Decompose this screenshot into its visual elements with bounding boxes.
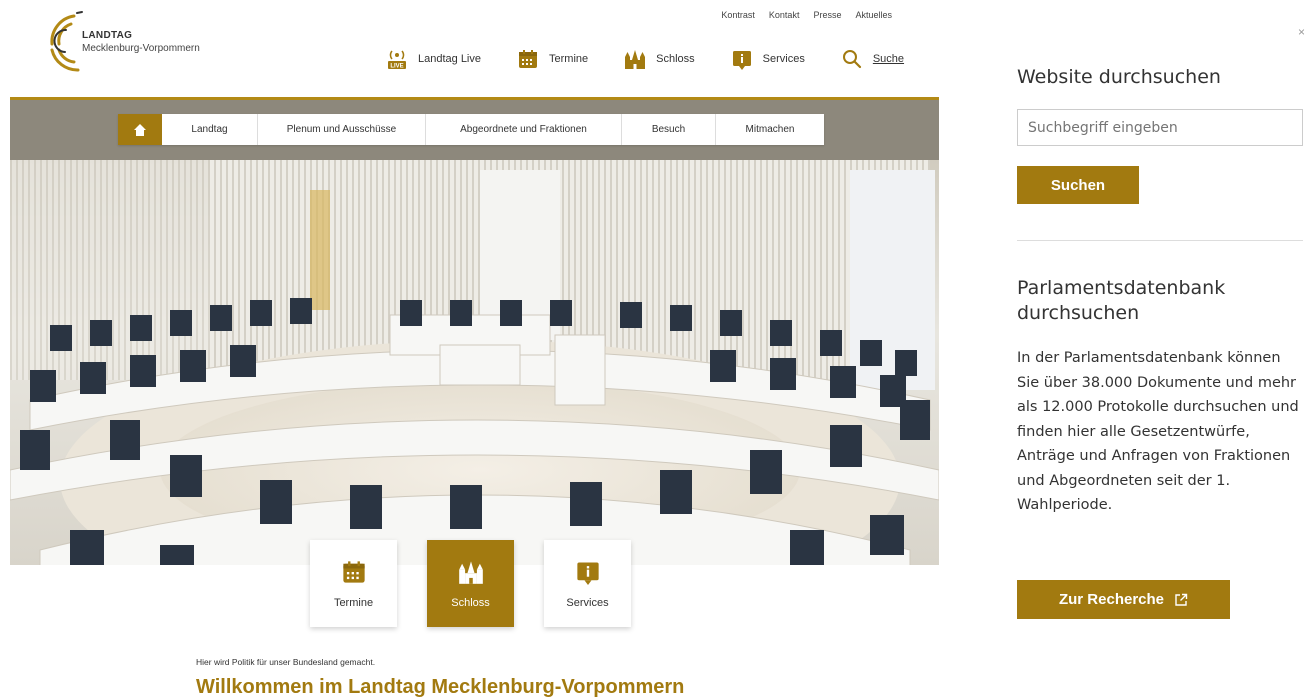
tile-schloss[interactable]: Schloss (427, 540, 514, 627)
home-icon (134, 123, 146, 136)
section-nav-abgeordnete[interactable]: Abgeordnete und Fraktionen (426, 114, 622, 145)
info-icon (731, 48, 753, 70)
live-icon: LIVE (386, 48, 408, 70)
intro-title: Willkommen im Landtag Mecklenburg-Vorpom… (196, 676, 685, 698)
search-button[interactable]: Suchen (1017, 166, 1139, 204)
section-nav: Landtag Plenum und Ausschüsse Abgeordnet… (118, 114, 824, 145)
nav-termine[interactable]: Termine (517, 48, 588, 70)
database-description: In der Parlamentsdatenbank können Sie üb… (1017, 350, 1299, 513)
hero-image (10, 97, 939, 565)
nav-label: Schloss (656, 53, 695, 65)
tile-label: Schloss (451, 596, 490, 609)
intro-tagline: Hier wird Politik für unser Bundesland g… (196, 657, 376, 667)
divider (1017, 240, 1303, 241)
nav-services[interactable]: Services (731, 48, 805, 70)
section-nav-landtag[interactable]: Landtag (162, 114, 258, 145)
external-link-icon (1175, 593, 1188, 606)
castle-icon (458, 560, 483, 584)
tile-services[interactable]: Services (544, 540, 631, 627)
nav-schloss[interactable]: Schloss (624, 48, 695, 70)
top-links: Kontrast Kontakt Presse Aktuelles (721, 10, 892, 20)
nav-label: Landtag Live (418, 53, 481, 65)
database-heading: Parlamentsdatenbank durchsuchen (1017, 277, 1226, 324)
calendar-icon (342, 560, 365, 583)
main-nav: LIVE Landtag Live Termine Schloss Servic… (386, 48, 904, 70)
nav-label: Services (762, 53, 805, 65)
tile-label: Services (566, 596, 609, 609)
search-panel: × Website durchsuchen Suchen Parlamentsd… (1016, 0, 1307, 699)
search-panel-heading: Website durchsuchen (1017, 66, 1221, 88)
plenary-hall-image (10, 100, 939, 565)
logo-title: LANDTAG (82, 30, 133, 41)
logo-subtitle: Mecklenburg-Vorpommern (82, 43, 200, 54)
link-presse[interactable]: Presse (813, 10, 841, 20)
nav-label: Suche (872, 53, 905, 65)
search-icon (841, 48, 863, 70)
section-nav-besuch[interactable]: Besuch (622, 114, 716, 145)
close-icon[interactable]: × (1298, 25, 1305, 39)
info-icon (576, 562, 599, 585)
home-button[interactable] (118, 114, 162, 145)
link-kontrast[interactable]: Kontrast (721, 10, 755, 20)
quick-tiles: Termine Schloss Services (310, 540, 631, 627)
link-aktuelles[interactable]: Aktuelles (855, 10, 892, 20)
section-nav-mitmachen[interactable]: Mitmachen (716, 114, 824, 145)
nav-label: Termine (549, 53, 589, 65)
castle-icon (624, 48, 646, 70)
research-button-label: Zur Recherche (1058, 591, 1165, 608)
nav-suche[interactable]: Suche (841, 48, 904, 70)
tile-termine[interactable]: Termine (310, 540, 397, 627)
calendar-icon (517, 48, 539, 70)
link-kontakt[interactable]: Kontakt (769, 10, 800, 20)
site-logo[interactable]: LANDTAG Mecklenburg-Vorpommern (44, 8, 234, 78)
nav-landtag-live[interactable]: LIVE Landtag Live (386, 48, 481, 70)
section-nav-plenum[interactable]: Plenum und Ausschüsse (258, 114, 426, 145)
tile-label: Termine (333, 596, 374, 609)
svg-text:LIVE: LIVE (390, 64, 403, 70)
logo-emblem-icon (50, 11, 83, 72)
research-button[interactable]: Zur Recherche (1017, 580, 1230, 619)
search-input[interactable] (1017, 109, 1303, 146)
